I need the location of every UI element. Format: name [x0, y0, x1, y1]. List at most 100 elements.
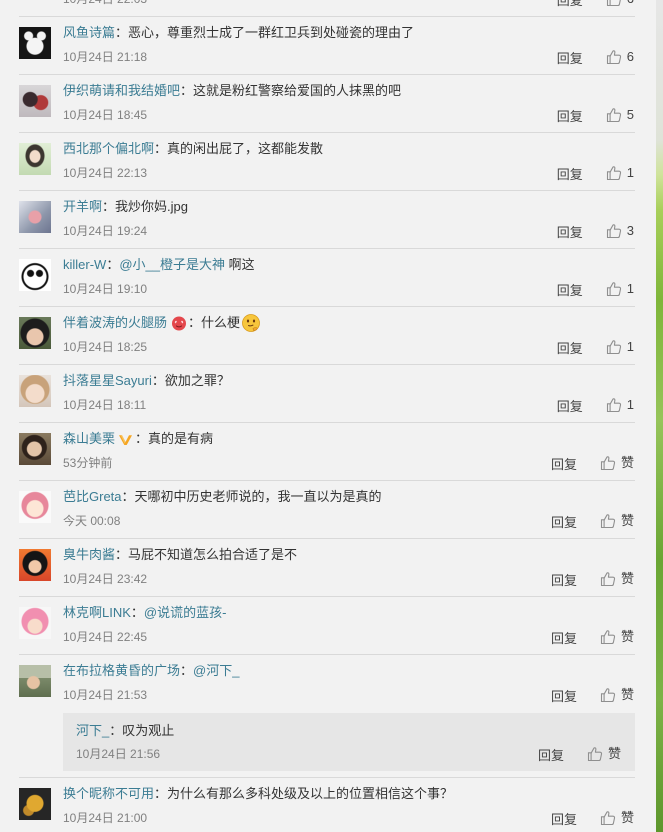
- reply-button[interactable]: 回复: [538, 745, 564, 764]
- reply-button[interactable]: 回复: [557, 48, 583, 67]
- comment-author-link[interactable]: 伊织萌请和我结婚吧: [63, 82, 180, 100]
- comment-author-link[interactable]: 臭牛肉酱: [63, 546, 115, 564]
- like-button[interactable]: 1: [606, 280, 634, 298]
- avatar[interactable]: [19, 143, 51, 175]
- like-button[interactable]: 1: [606, 396, 634, 414]
- comment-author-link[interactable]: 西北那个偏北啊: [63, 140, 154, 158]
- comment-body: 伊织萌请和我结婚吧 ：这就是粉红警察给爱国的人抹黑的吧: [63, 82, 401, 100]
- comment-author-link[interactable]: 换个昵称不可用: [63, 785, 154, 803]
- comment-author-link[interactable]: 在布拉格黄昏的广场: [63, 662, 180, 680]
- avatar[interactable]: [19, 607, 51, 639]
- like-button[interactable]: 赞: [600, 628, 634, 646]
- comment-actions: 回复 5: [557, 106, 634, 124]
- comment-author-link[interactable]: killer-W: [63, 256, 106, 274]
- reply-button[interactable]: 回复: [557, 0, 583, 9]
- reply-button[interactable]: 回复: [551, 628, 577, 647]
- comment-item: 林克啊LINK： @说谎的蓝孩- 10月24日 22:45 回复 赞: [19, 597, 635, 655]
- avatar[interactable]: [19, 27, 51, 59]
- like-button[interactable]: 6: [606, 0, 634, 8]
- comment-item: 开羊啊 ：我炒你妈.jpg 10月24日 19:24 回复 3: [19, 191, 635, 249]
- comment-actions: 回复 赞: [551, 454, 634, 472]
- like-button[interactable]: 赞: [600, 454, 634, 472]
- like-label: 赞: [620, 513, 634, 528]
- verified-v-icon[interactable]: [118, 432, 133, 447]
- comment-author-link[interactable]: 林克啊LINK: [63, 604, 131, 622]
- thumbs-up-icon: [606, 107, 622, 123]
- reply-button[interactable]: 回复: [557, 338, 583, 357]
- thumbs-up-icon: [606, 0, 622, 7]
- thumbs-up-icon: [600, 513, 616, 529]
- like-count: 6: [626, 49, 634, 64]
- reply-button[interactable]: 回复: [557, 396, 583, 415]
- like-button[interactable]: 赞: [600, 512, 634, 530]
- like-button[interactable]: 6: [606, 48, 634, 66]
- sub-reply-author-link[interactable]: 河下_: [76, 722, 109, 740]
- comment-author-link[interactable]: 森山美栗: [63, 430, 115, 448]
- comment-actions: 回复 6: [557, 0, 634, 8]
- comment-text: ：恶心，尊重烈士成了一群红卫兵到处碰瓷的理由了: [115, 25, 415, 40]
- avatar[interactable]: [19, 375, 51, 407]
- comment-date: 53分钟前: [63, 456, 113, 470]
- reply-button[interactable]: 回复: [551, 809, 577, 828]
- comment-author-link[interactable]: 抖落星星Sayuri: [63, 372, 152, 390]
- comment-actions: 回复 赞: [551, 809, 634, 827]
- comment-author-link[interactable]: 芭比Greta: [63, 488, 122, 506]
- like-button[interactable]: 赞: [600, 570, 634, 588]
- like-count: 5: [626, 107, 634, 122]
- reply-button[interactable]: 回复: [557, 222, 583, 241]
- avatar[interactable]: [19, 788, 51, 820]
- reply-button[interactable]: 回复: [551, 454, 577, 473]
- mention-link[interactable]: @说谎的蓝孩-: [144, 604, 227, 622]
- like-label: 赞: [607, 746, 621, 761]
- reply-button[interactable]: 回复: [557, 280, 583, 299]
- like-button[interactable]: 3: [606, 222, 634, 240]
- comment-author-link[interactable]: 伴着波涛的火腿肠: [63, 314, 167, 332]
- comment-text: ：真的闲出屁了，这都能发散: [154, 141, 324, 156]
- comment-body: 开羊啊 ：我炒你妈.jpg: [63, 198, 188, 216]
- comment-actions: 回复 1: [557, 396, 634, 414]
- thumbs-up-icon: [606, 281, 622, 297]
- thumbs-up-icon: [587, 746, 603, 762]
- like-button[interactable]: 赞: [587, 745, 621, 763]
- comment-date: 10月24日 18:11: [63, 398, 147, 412]
- comment-item: killer-W： @小__橙子是大神 啊这 10月24日 19:10 回复 1: [19, 249, 635, 307]
- comment-author-link[interactable]: 开羊啊: [63, 198, 102, 216]
- comment-text: ：: [106, 257, 120, 272]
- comment-body: 风鱼诗篇 ：恶心，尊重烈士成了一群红卫兵到处碰瓷的理由了: [63, 24, 414, 42]
- comment-date: 10月24日 22:13: [63, 166, 148, 180]
- comment-author-link[interactable]: 风鱼诗篇: [63, 24, 115, 42]
- avatar[interactable]: [19, 491, 51, 523]
- reply-button[interactable]: 回复: [557, 106, 583, 125]
- like-button[interactable]: 5: [606, 106, 634, 124]
- avatar[interactable]: [19, 259, 51, 291]
- page-background: [656, 0, 663, 832]
- avatar[interactable]: [19, 549, 51, 581]
- page: 10月24日 22:03 回复 6 风鱼诗篇：恶心，尊重烈士成了一群红卫兵到处碰…: [0, 0, 663, 832]
- comment-body: 臭牛肉酱 ：马屁不知道怎么拍合适了是不: [63, 546, 297, 564]
- comment-item: 换个昵称不可用 ：为什么有那么多科处级及以上的位置相信这个事？ 10月24日 21…: [19, 778, 635, 832]
- avatar[interactable]: [19, 85, 51, 117]
- mention-link[interactable]: @小__橙子是大神: [119, 256, 225, 274]
- thumbs-up-icon: [606, 339, 622, 355]
- like-button[interactable]: 赞: [600, 686, 634, 704]
- like-button[interactable]: 1: [606, 338, 634, 356]
- comment-body: 芭比Greta ：天哪初中历史老师说的，我一直以为是真的: [63, 488, 382, 506]
- like-label: 赞: [620, 810, 634, 825]
- comment-body: 森山美栗 ：真的是有病: [63, 430, 213, 448]
- reply-button[interactable]: 回复: [551, 570, 577, 589]
- comment-item: 在布拉格黄昏的广场： @河下_ 10月24日 21:53 回复 赞 河下_ ：叹为观…: [19, 655, 635, 778]
- mention-link[interactable]: @河下_: [193, 662, 239, 680]
- reply-button[interactable]: 回复: [557, 164, 583, 183]
- comment-body: 林克啊LINK： @说谎的蓝孩-: [63, 604, 226, 622]
- comment-actions: 回复 赞: [551, 512, 634, 530]
- comment-item: 西北那个偏北啊 ：真的闲出屁了，这都能发散 10月24日 22:13 回复 1: [19, 133, 635, 191]
- avatar[interactable]: [19, 433, 51, 465]
- like-button[interactable]: 赞: [600, 809, 634, 827]
- thumbs-up-icon: [600, 629, 616, 645]
- reply-button[interactable]: 回复: [551, 512, 577, 531]
- reply-button[interactable]: 回复: [551, 686, 577, 705]
- avatar[interactable]: [19, 317, 51, 349]
- avatar[interactable]: [19, 201, 51, 233]
- like-button[interactable]: 1: [606, 164, 634, 182]
- avatar[interactable]: [19, 665, 51, 697]
